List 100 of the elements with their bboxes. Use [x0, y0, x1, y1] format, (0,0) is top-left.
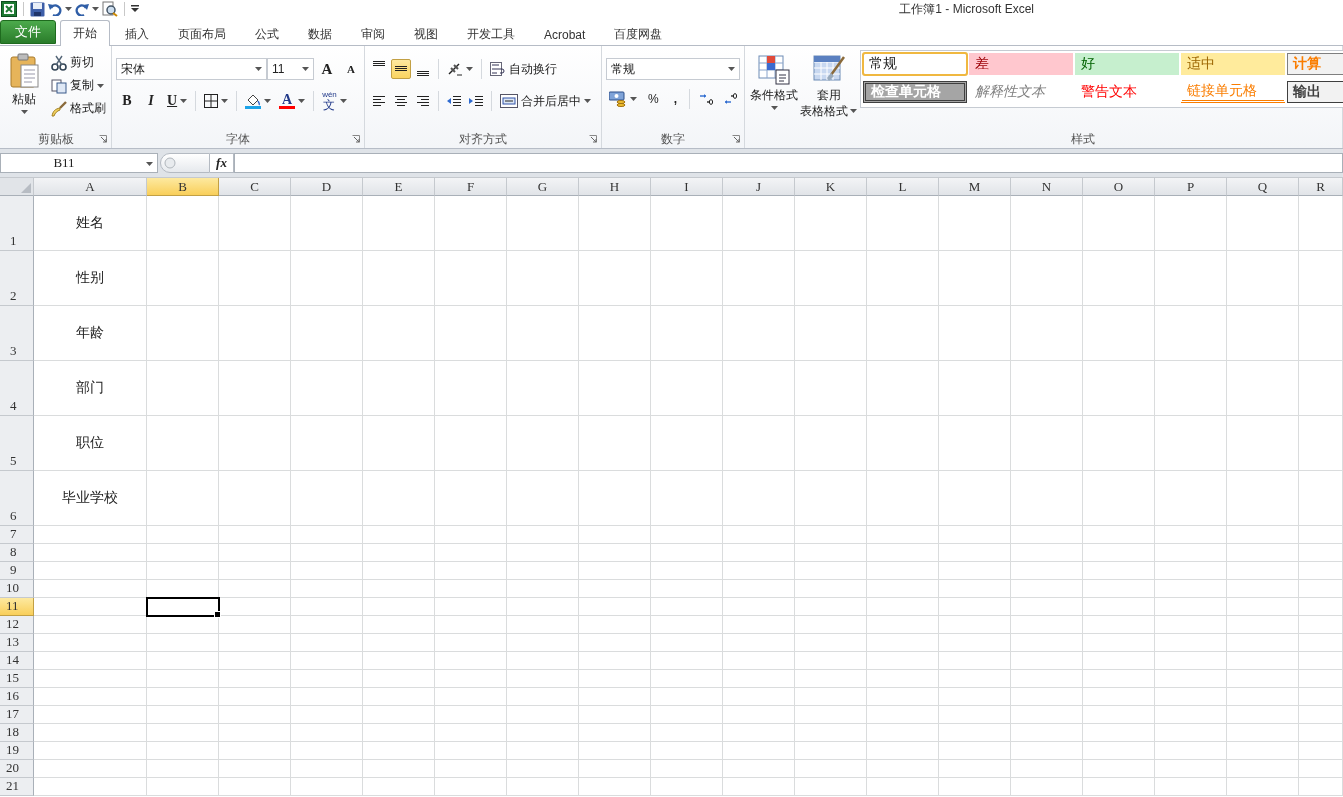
row-header[interactable]: 13 [0, 634, 34, 652]
row-header[interactable]: 20 [0, 760, 34, 778]
paste-button[interactable]: 粘贴 [4, 50, 44, 130]
copy-button[interactable]: 复制 [48, 75, 109, 96]
customize-menu-icon[interactable] [131, 5, 139, 13]
formula-input[interactable] [234, 153, 1343, 173]
ribbon-tab[interactable]: 百度网盘 [600, 22, 677, 46]
underline-button[interactable]: U [164, 91, 191, 111]
row-header[interactable]: 11 [0, 598, 34, 616]
column-header[interactable]: I [651, 178, 723, 196]
middle-align-button[interactable] [391, 59, 411, 79]
file-tab[interactable]: 文件 [0, 20, 56, 44]
selected-cell[interactable] [147, 598, 219, 616]
column-header[interactable]: M [939, 178, 1011, 196]
ribbon-tab[interactable]: 公式 [241, 22, 293, 46]
resize-handle[interactable] [160, 153, 210, 173]
format-as-table-button[interactable]: 套用 表格格式 [799, 50, 858, 130]
row-header[interactable]: 14 [0, 652, 34, 670]
ribbon-tab[interactable]: 数据 [294, 22, 346, 46]
save-icon[interactable] [30, 1, 45, 17]
comma-button[interactable]: , [666, 90, 684, 108]
row-header[interactable]: 19 [0, 742, 34, 760]
wrap-text-button[interactable]: 自动换行 [487, 58, 560, 80]
font-name-dropdown[interactable]: 宋体 [116, 58, 267, 80]
table-cell [291, 706, 363, 724]
row-header[interactable]: 3 [0, 306, 34, 361]
ribbon-tab[interactable]: 视图 [400, 22, 452, 46]
table-cell: 姓名 [34, 196, 147, 251]
column-header[interactable]: N [1011, 178, 1083, 196]
insert-function-button[interactable]: fx [210, 153, 234, 173]
column-header[interactable]: D [291, 178, 363, 196]
dialog-launcher-icon[interactable] [589, 135, 597, 143]
row-header[interactable]: 18 [0, 724, 34, 742]
undo-icon[interactable] [48, 2, 62, 16]
row-header[interactable]: 4 [0, 361, 34, 416]
row-header[interactable]: 21 [0, 778, 34, 796]
row-header[interactable]: 10 [0, 580, 34, 598]
column-header[interactable]: A [34, 178, 147, 196]
column-header[interactable]: P [1155, 178, 1227, 196]
dialog-launcher-icon[interactable] [99, 135, 107, 143]
percent-button[interactable]: % [642, 90, 665, 108]
column-header[interactable]: G [507, 178, 579, 196]
column-header[interactable]: J [723, 178, 795, 196]
row-header[interactable]: 7 [0, 526, 34, 544]
ribbon-tab[interactable]: 开始 [60, 20, 110, 46]
row-header[interactable]: 16 [0, 688, 34, 706]
table-cell [1011, 742, 1083, 760]
cut-button[interactable]: 剪切 [48, 52, 109, 73]
grow-font-button[interactable]: A [316, 58, 338, 80]
column-header[interactable]: Q [1227, 178, 1299, 196]
column-header[interactable]: B [147, 178, 219, 196]
cell-style[interactable]: 常规 [863, 53, 967, 75]
row-header[interactable]: 5 [0, 416, 34, 471]
column-header[interactable]: C [219, 178, 291, 196]
cell-style[interactable]: 差 [969, 53, 1073, 75]
print-preview-icon[interactable] [102, 1, 118, 17]
row-header[interactable]: 12 [0, 616, 34, 634]
conditional-format-button[interactable]: 条件格式 [749, 50, 799, 130]
ribbon-tab[interactable]: 审阅 [347, 22, 399, 46]
cell-style[interactable]: 适中 [1181, 53, 1285, 75]
column-header[interactable]: H [579, 178, 651, 196]
column-header[interactable]: R [1299, 178, 1343, 196]
dialog-launcher-icon[interactable] [352, 135, 360, 143]
redo-icon[interactable] [75, 2, 89, 16]
cell-style[interactable]: 解释性文本 [969, 81, 1073, 103]
cell-style[interactable]: 好 [1075, 53, 1179, 75]
row-header[interactable]: 8 [0, 544, 34, 562]
ribbon-tab[interactable]: 开发工具 [453, 22, 529, 46]
format-painter-button[interactable]: 格式刷 [48, 98, 109, 119]
shrink-font-button[interactable]: A [340, 61, 362, 77]
column-header[interactable]: F [435, 178, 507, 196]
table-cell [939, 416, 1011, 471]
row-header[interactable]: 2 [0, 251, 34, 306]
dialog-launcher-icon[interactable] [732, 135, 740, 143]
column-header[interactable]: O [1083, 178, 1155, 196]
font-color-button[interactable]: A [276, 91, 309, 111]
table-cell [1227, 724, 1299, 742]
merge-center-button[interactable]: 合并后居中 [497, 90, 594, 112]
number-format-dropdown[interactable]: 常规 [606, 58, 740, 80]
row-header[interactable]: 6 [0, 471, 34, 526]
phonetic-guide-button[interactable]: wén 文 [319, 89, 350, 113]
italic-button[interactable]: I [140, 91, 162, 111]
row-header[interactable]: 15 [0, 670, 34, 688]
ribbon-tab[interactable]: Acrobat [530, 22, 600, 46]
fill-handle[interactable] [214, 611, 221, 618]
column-header[interactable]: K [795, 178, 867, 196]
cell-style[interactable]: 输出 [1287, 81, 1343, 103]
bold-button[interactable]: B [116, 91, 138, 111]
row-header[interactable]: 9 [0, 562, 34, 580]
row-header[interactable]: 1 [0, 196, 34, 251]
currency-button[interactable] [606, 89, 640, 109]
ribbon-tab[interactable]: 页面布局 [164, 22, 240, 46]
column-header[interactable]: E [363, 178, 435, 196]
name-box[interactable]: B11 [0, 153, 158, 173]
row-header[interactable]: 17 [0, 706, 34, 724]
ribbon-tab[interactable]: 插入 [111, 22, 163, 46]
column-header[interactable]: L [867, 178, 939, 196]
font-size-dropdown[interactable]: 11 [267, 58, 314, 80]
cell-style[interactable]: 警告文本 [1075, 81, 1179, 103]
table-cell [723, 670, 795, 688]
